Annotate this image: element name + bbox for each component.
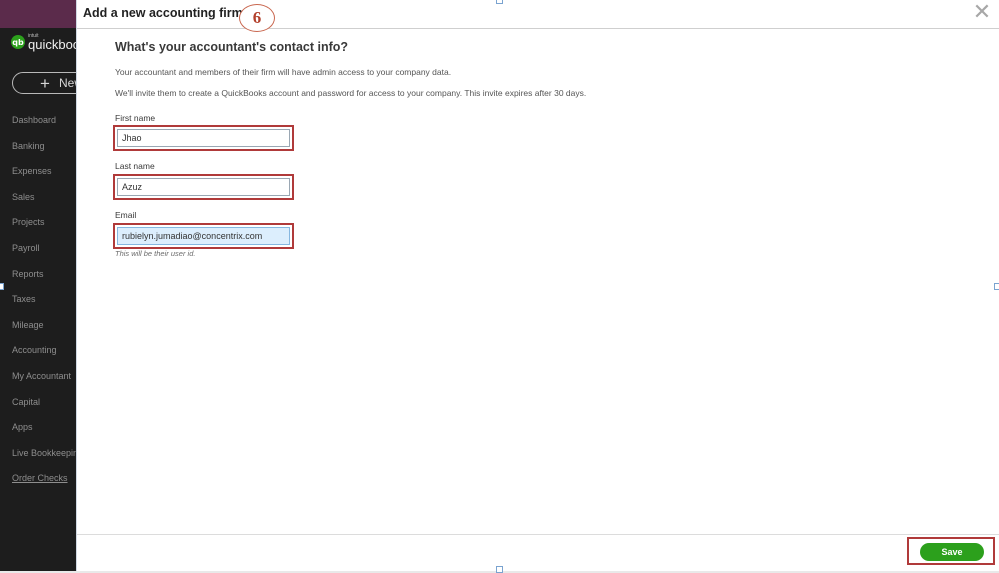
- modal-title: Add a new accounting firm: [83, 6, 243, 20]
- app-sidebar: qb intuit quickbooks + New Dashboard Ban…: [0, 0, 76, 571]
- sidebar-top-band: [0, 0, 76, 28]
- email-label: Email: [115, 210, 137, 220]
- step-number-badge: 6: [239, 4, 275, 32]
- sidebar-item-reports[interactable]: Reports: [12, 268, 76, 294]
- sidebar-item-order-checks[interactable]: Order Checks: [12, 472, 76, 498]
- resize-handle-right[interactable]: [994, 283, 999, 290]
- email-field[interactable]: rubielyn.jumadiao@concentrix.com: [117, 227, 290, 245]
- form-heading: What's your accountant's contact info?: [115, 40, 349, 54]
- resize-handle-bottom[interactable]: [496, 566, 503, 573]
- sidebar-item-projects[interactable]: Projects: [12, 216, 76, 242]
- first-name-highlight: Jhao: [113, 125, 294, 151]
- email-highlight: rubielyn.jumadiao@concentrix.com: [113, 223, 294, 249]
- sidebar-item-taxes[interactable]: Taxes: [12, 293, 76, 319]
- close-icon[interactable]: ✕: [971, 2, 993, 24]
- sidebar-item-payroll[interactable]: Payroll: [12, 242, 76, 268]
- resize-handle-top[interactable]: [496, 0, 503, 4]
- first-name-field[interactable]: Jhao: [117, 129, 290, 147]
- quickbooks-logo-icon: qb: [11, 35, 25, 49]
- new-button-label: New: [59, 76, 76, 90]
- modal-footer: Save: [77, 534, 999, 571]
- sidebar-item-apps[interactable]: Apps: [12, 421, 76, 447]
- modal-header: Add a new accounting firm 6 ✕: [77, 0, 999, 32]
- sidebar-item-sales[interactable]: Sales: [12, 191, 76, 217]
- sidebar-item-my-accountant[interactable]: My Accountant: [12, 370, 76, 396]
- quickbooks-brand[interactable]: qb intuit quickbooks: [11, 33, 76, 53]
- invite-description: We'll invite them to create a QuickBooks…: [115, 88, 587, 98]
- brand-name: quickbooks: [28, 37, 76, 52]
- last-name-highlight: Azuz: [113, 174, 294, 200]
- contact-info-form: What's your accountant's contact info? Y…: [113, 40, 915, 258]
- save-button[interactable]: Save: [920, 543, 984, 561]
- resize-handle-left[interactable]: [0, 283, 4, 290]
- plus-icon: +: [40, 74, 50, 93]
- sidebar-item-banking[interactable]: Banking: [12, 140, 76, 166]
- last-name-label: Last name: [115, 161, 155, 171]
- last-name-field[interactable]: Azuz: [117, 178, 290, 196]
- sidebar-item-capital[interactable]: Capital: [12, 396, 76, 422]
- new-button[interactable]: + New: [12, 72, 76, 94]
- sidebar-item-mileage[interactable]: Mileage: [12, 319, 76, 345]
- email-helper-text: This will be their user id.: [115, 249, 196, 258]
- sidebar-item-expenses[interactable]: Expenses: [12, 165, 76, 191]
- first-name-label: First name: [115, 113, 156, 123]
- sidebar-nav: Dashboard Banking Expenses Sales Project…: [12, 114, 76, 498]
- sidebar-item-dashboard[interactable]: Dashboard: [12, 114, 76, 140]
- sidebar-item-accounting[interactable]: Accounting: [12, 344, 76, 370]
- save-highlight: Save: [907, 537, 995, 565]
- add-accounting-firm-modal: Add a new accounting firm 6 ✕ What's you…: [76, 0, 999, 571]
- access-description: Your accountant and members of their fir…: [115, 67, 452, 77]
- sidebar-item-live-bookkeeping[interactable]: Live Bookkeeping: [12, 447, 76, 473]
